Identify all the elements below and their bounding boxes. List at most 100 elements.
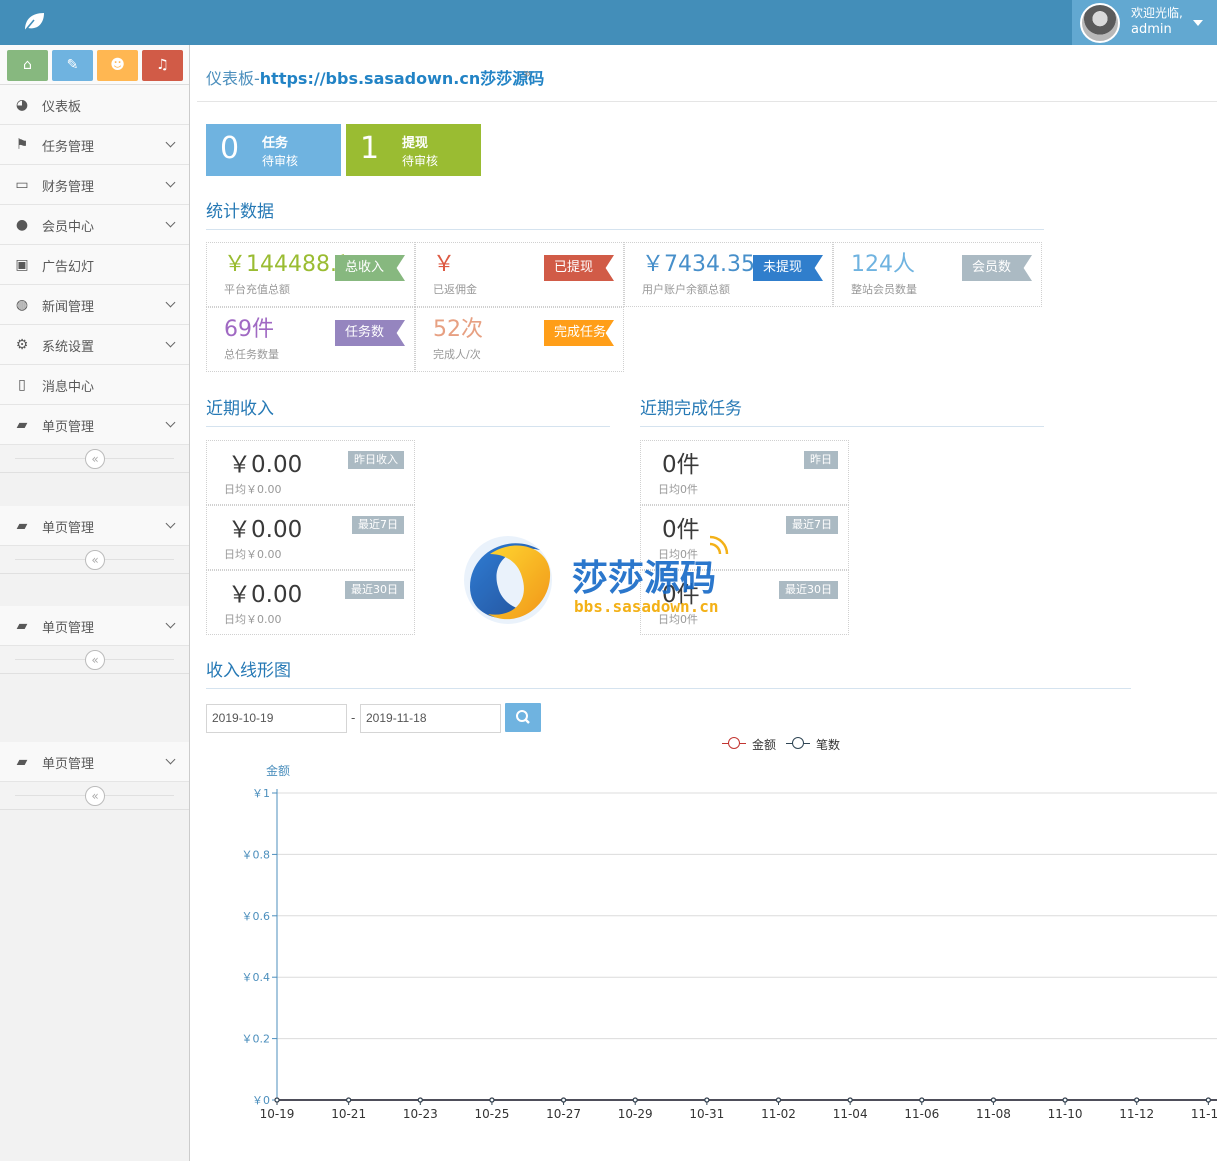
double-left-icon[interactable]: «	[85, 786, 105, 806]
recent-period-tag: 昨日收入	[348, 451, 404, 469]
pending-sub: 待审核	[402, 154, 439, 168]
chevron-down-icon	[165, 217, 176, 228]
sidebar-item-label: 单页管理	[42, 521, 95, 536]
sidebar-item-label: 财务管理	[42, 180, 95, 195]
y-tick-label: ￥0	[252, 1094, 270, 1107]
watermark-url: bbs.sasadown.cn	[574, 597, 719, 616]
top-navbar: 欢迎光临, admin	[0, 0, 1217, 45]
double-left-icon[interactable]: «	[85, 449, 105, 469]
user-menu[interactable]: 欢迎光临, admin	[1072, 0, 1217, 45]
user-name: admin	[1131, 22, 1172, 37]
stat-tag: 任务数	[335, 320, 405, 346]
recent-average: 日均￥0.00	[224, 548, 282, 561]
x-tick-label: 11-14	[1191, 1107, 1217, 1121]
recent-value: ￥0.00	[228, 517, 303, 543]
sidebar-item-4[interactable]: ▣ 广告幻灯	[0, 245, 189, 285]
series-point	[990, 1097, 997, 1103]
pending-task-box[interactable]: 0 任务 待审核	[206, 124, 341, 176]
sidebar-item-0[interactable]: ◕ 仪表板	[0, 85, 189, 125]
chevron-down-icon	[165, 518, 176, 529]
series-point	[775, 1097, 782, 1103]
sidebar-item-7[interactable]: ▯ 消息中心	[0, 365, 189, 405]
sidebar-item-label: 单页管理	[42, 420, 95, 435]
sidebar-collapse[interactable]: «	[0, 782, 189, 810]
sidebar-item-8[interactable]: ▰ 单页管理	[0, 405, 189, 445]
leaf-icon[interactable]	[22, 11, 46, 33]
breadcrumb: 仪表板-https://bbs.sasadown.cn莎莎源码 »	[197, 48, 1217, 102]
book-icon: ▰	[16, 618, 28, 634]
series-point	[346, 1097, 352, 1103]
series-point	[417, 1097, 423, 1103]
flag-icon: ⚑	[15, 137, 29, 153]
series-point	[560, 1097, 567, 1103]
stat-card: ￥ 已返佣金 已提现	[415, 242, 624, 307]
legend-dot	[728, 737, 740, 749]
sasadown-logo: 莎莎源码 bbs.sasadown.cn	[464, 535, 729, 624]
stat-tag: 会员数	[962, 255, 1032, 281]
sidebar: ⌂ ✎ ☻ ♫ ◕ 仪表板 ⚑ 任务管理 ▭ 财务管理 ● 会员中心 ▣ 广告幻灯 ◍ 新闻管理 ⚙ 系统设置 ▯…	[0, 45, 190, 1161]
sidebar-item-label: 单页管理	[42, 621, 95, 636]
x-tick-label: 11-02	[761, 1107, 796, 1121]
pencil-shortcut-button[interactable]: ✎	[52, 50, 93, 81]
y-tick-label: ￥0.4	[242, 971, 271, 984]
recent-value: ￥0.00	[228, 582, 303, 608]
series-point	[919, 1097, 925, 1103]
shortcut-bar: ⌂ ✎ ☻ ♫	[0, 45, 189, 85]
double-left-icon[interactable]: «	[85, 550, 105, 570]
x-tick-label: 10-19	[260, 1107, 295, 1121]
search-icon	[516, 710, 530, 724]
stat-tag: 完成任务	[544, 320, 614, 346]
pending-count: 0	[220, 131, 240, 166]
pending-count: 1	[360, 131, 380, 166]
pending-title: 任务	[262, 136, 289, 151]
bell-shortcut-button[interactable]: ♫	[142, 50, 183, 81]
chevron-down-icon	[165, 137, 176, 148]
user-icon: ●	[15, 217, 29, 233]
sidebar-item-label: 会员中心	[42, 220, 95, 235]
sidebar-item-2[interactable]: ▭ 财务管理	[0, 165, 189, 205]
recent-period-tag: 最近7日	[352, 516, 404, 534]
home-shortcut-button[interactable]: ⌂	[7, 50, 48, 81]
page-title-site[interactable]: https://bbs.sasadown.cn莎莎源码	[260, 69, 544, 88]
sidebar-item-label: 任务管理	[42, 140, 95, 155]
sidebar-item-3[interactable]: ● 会员中心	[0, 205, 189, 245]
sidebar-item-page-3[interactable]: ▰ 单页管理	[0, 606, 189, 646]
series-point	[1134, 1097, 1140, 1103]
stat-value: ￥7434.35	[642, 252, 755, 277]
recent-value: 0件	[662, 452, 700, 478]
pending-withdraw-box[interactable]: 1 提现 待审核	[346, 124, 481, 176]
stat-label: 已返佣金	[433, 283, 477, 296]
x-tick-label: 10-27	[546, 1107, 581, 1121]
breadcrumb-separator: »	[523, 66, 532, 82]
recent-period-tag: 昨日	[804, 451, 838, 469]
line-chart-title: 收入线形图	[206, 656, 1131, 689]
stat-label: 用户账户余额总额	[642, 283, 730, 296]
recent-tasks-title: 近期完成任务	[640, 394, 1044, 427]
stats-title: 统计数据	[206, 197, 1044, 230]
sidebar-item-page-2[interactable]: ▰ 单页管理	[0, 506, 189, 546]
users-shortcut-button[interactable]: ☻	[97, 50, 138, 81]
chevron-down-icon	[165, 177, 176, 188]
series-point	[489, 1097, 495, 1103]
recent-value: ￥0.00	[228, 452, 303, 478]
legend-label: 笔数	[816, 738, 841, 752]
x-tick-label: 10-29	[618, 1107, 653, 1121]
bookmark-icon: ▯	[18, 377, 26, 393]
sidebar-item-1[interactable]: ⚑ 任务管理	[0, 125, 189, 165]
sidebar-collapse[interactable]: «	[0, 546, 189, 574]
stat-card: 124人 整站会员数量 会员数	[833, 242, 1042, 307]
sidebar-collapse[interactable]: «	[0, 445, 189, 473]
double-left-icon[interactable]: «	[85, 650, 105, 670]
sidebar-item-page-4[interactable]: ▰ 单页管理	[0, 742, 189, 782]
book-icon: ▰	[16, 417, 28, 433]
start-date-input[interactable]: 2019-10-19	[206, 704, 347, 733]
recent-period-tag: 最近30日	[345, 581, 404, 599]
chevron-down-icon	[165, 618, 176, 629]
series-point	[632, 1097, 638, 1103]
search-button[interactable]	[505, 703, 541, 732]
sidebar-gap	[0, 674, 189, 742]
sidebar-item-6[interactable]: ⚙ 系统设置	[0, 325, 189, 365]
sidebar-collapse[interactable]: «	[0, 646, 189, 674]
sidebar-item-5[interactable]: ◍ 新闻管理	[0, 285, 189, 325]
end-date-input[interactable]: 2019-11-18	[360, 704, 501, 733]
